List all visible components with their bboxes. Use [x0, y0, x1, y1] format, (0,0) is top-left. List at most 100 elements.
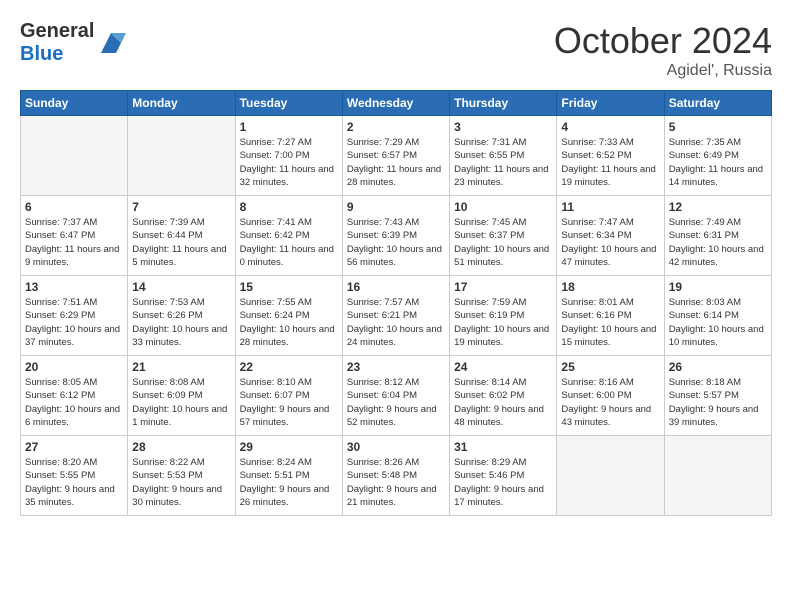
calendar-cell	[128, 116, 235, 196]
calendar-cell: 30Sunrise: 8:26 AMSunset: 5:48 PMDayligh…	[342, 436, 449, 516]
calendar-cell	[664, 436, 771, 516]
day-number: 20	[25, 360, 123, 374]
weekday-header-sunday: Sunday	[21, 91, 128, 116]
calendar-cell: 27 Sunrise: 8:20 AMSunset: 5:55 PMDayligh…	[21, 436, 128, 516]
calendar-week-row: 6 Sunrise: 7:37 AMSunset: 6:47 PMDaylight…	[21, 196, 772, 276]
day-info: Sunrise: 8:05 AMSunset: 6:12 PMDaylight:…	[25, 376, 123, 429]
day-info: Sunrise: 7:35 AMSunset: 6:49 PMDaylight:…	[669, 136, 767, 189]
day-number: 27	[25, 440, 123, 454]
calendar-cell: 11 Sunrise: 7:47 AMSunset: 6:34 PMDayligh…	[557, 196, 664, 276]
logo-icon	[96, 28, 126, 58]
calendar-cell: 25 Sunrise: 8:16 AMSunset: 6:00 PMDayligh…	[557, 356, 664, 436]
weekday-header-row: SundayMondayTuesdayWednesdayThursdayFrid…	[21, 91, 772, 116]
calendar-cell: 20 Sunrise: 8:05 AMSunset: 6:12 PMDayligh…	[21, 356, 128, 436]
day-info: Sunrise: 8:01 AMSunset: 6:16 PMDaylight:…	[561, 296, 659, 349]
day-info: Sunrise: 7:51 AMSunset: 6:29 PMDaylight:…	[25, 296, 123, 349]
day-info: Sunrise: 8:29 AMSunset: 5:46 PMDaylight:…	[454, 456, 552, 509]
calendar-cell: 14Sunrise: 7:53 AMSunset: 6:26 PMDayligh…	[128, 276, 235, 356]
calendar-cell: 5 Sunrise: 7:35 AMSunset: 6:49 PMDaylight…	[664, 116, 771, 196]
calendar-cell: 17 Sunrise: 7:59 AMSunset: 6:19 PMDayligh…	[450, 276, 557, 356]
day-info: Sunrise: 8:12 AMSunset: 6:04 PMDaylight:…	[347, 376, 445, 429]
day-number: 9	[347, 200, 445, 214]
day-info: Sunrise: 7:57 AMSunset: 6:21 PMDaylight:…	[347, 296, 445, 349]
calendar-week-row: 27 Sunrise: 8:20 AMSunset: 5:55 PMDayligh…	[21, 436, 772, 516]
calendar-cell: 28 Sunrise: 8:22 AMSunset: 5:53 PMDayligh…	[128, 436, 235, 516]
calendar-cell: 6 Sunrise: 7:37 AMSunset: 6:47 PMDaylight…	[21, 196, 128, 276]
calendar-cell: 19Sunrise: 8:03 AMSunset: 6:14 PMDayligh…	[664, 276, 771, 356]
day-number: 5	[669, 120, 767, 134]
day-number: 25	[561, 360, 659, 374]
day-number: 23	[347, 360, 445, 374]
day-number: 24	[454, 360, 552, 374]
logo: General Blue	[20, 20, 126, 66]
day-number: 30	[347, 440, 445, 454]
weekday-header-friday: Friday	[557, 91, 664, 116]
day-number: 10	[454, 200, 552, 214]
day-info: Sunrise: 7:39 AMSunset: 6:44 PMDaylight:…	[132, 216, 230, 269]
page-header: General Blue October 2024 Agidel', Russi…	[20, 20, 772, 80]
day-info: Sunrise: 7:37 AMSunset: 6:47 PMDaylight:…	[25, 216, 123, 269]
day-info: Sunrise: 8:10 AMSunset: 6:07 PMDaylight:…	[240, 376, 338, 429]
day-info: Sunrise: 8:20 AMSunset: 5:55 PMDaylight:…	[25, 456, 123, 509]
calendar-cell: 8Sunrise: 7:41 AMSunset: 6:42 PMDaylight…	[235, 196, 342, 276]
day-number: 13	[25, 280, 123, 294]
calendar-cell: 3Sunrise: 7:31 AMSunset: 6:55 PMDaylight…	[450, 116, 557, 196]
calendar-cell	[557, 436, 664, 516]
day-info: Sunrise: 7:45 AMSunset: 6:37 PMDaylight:…	[454, 216, 552, 269]
calendar-cell: 10 Sunrise: 7:45 AMSunset: 6:37 PMDayligh…	[450, 196, 557, 276]
calendar-cell: 4 Sunrise: 7:33 AMSunset: 6:52 PMDaylight…	[557, 116, 664, 196]
day-number: 19	[669, 280, 767, 294]
calendar-cell: 23 Sunrise: 8:12 AMSunset: 6:04 PMDayligh…	[342, 356, 449, 436]
calendar-cell: 24 Sunrise: 8:14 AMSunset: 6:02 PMDayligh…	[450, 356, 557, 436]
calendar-cell: 29 Sunrise: 8:24 AMSunset: 5:51 PMDayligh…	[235, 436, 342, 516]
calendar-cell: 31Sunrise: 8:29 AMSunset: 5:46 PMDayligh…	[450, 436, 557, 516]
weekday-header-thursday: Thursday	[450, 91, 557, 116]
day-number: 26	[669, 360, 767, 374]
calendar-cell: 26 Sunrise: 8:18 AMSunset: 5:57 PMDayligh…	[664, 356, 771, 436]
day-number: 15	[240, 280, 338, 294]
location-title: Agidel', Russia	[554, 62, 772, 80]
day-number: 4	[561, 120, 659, 134]
day-info: Sunrise: 7:59 AMSunset: 6:19 PMDaylight:…	[454, 296, 552, 349]
day-info: Sunrise: 8:16 AMSunset: 6:00 PMDaylight:…	[561, 376, 659, 429]
day-number: 18	[561, 280, 659, 294]
title-block: October 2024 Agidel', Russia	[554, 20, 772, 80]
logo-blue: Blue	[20, 43, 63, 65]
calendar-cell: 1Sunrise: 7:27 AMSunset: 7:00 PMDaylight…	[235, 116, 342, 196]
day-number: 2	[347, 120, 445, 134]
day-info: Sunrise: 7:55 AMSunset: 6:24 PMDaylight:…	[240, 296, 338, 349]
day-number: 8	[240, 200, 338, 214]
calendar-cell: 7Sunrise: 7:39 AMSunset: 6:44 PMDaylight…	[128, 196, 235, 276]
calendar-cell: 15 Sunrise: 7:55 AMSunset: 6:24 PMDayligh…	[235, 276, 342, 356]
day-number: 17	[454, 280, 552, 294]
calendar-cell: 12Sunrise: 7:49 AMSunset: 6:31 PMDayligh…	[664, 196, 771, 276]
calendar-cell	[21, 116, 128, 196]
day-info: Sunrise: 7:33 AMSunset: 6:52 PMDaylight:…	[561, 136, 659, 189]
day-number: 11	[561, 200, 659, 214]
calendar-table: SundayMondayTuesdayWednesdayThursdayFrid…	[20, 90, 772, 516]
day-number: 16	[347, 280, 445, 294]
day-info: Sunrise: 8:14 AMSunset: 6:02 PMDaylight:…	[454, 376, 552, 429]
calendar-week-row: 13 Sunrise: 7:51 AMSunset: 6:29 PMDayligh…	[21, 276, 772, 356]
day-number: 14	[132, 280, 230, 294]
calendar-cell: 16 Sunrise: 7:57 AMSunset: 6:21 PMDayligh…	[342, 276, 449, 356]
day-number: 6	[25, 200, 123, 214]
day-info: Sunrise: 7:27 AMSunset: 7:00 PMDaylight:…	[240, 136, 338, 189]
calendar-cell: 2Sunrise: 7:29 AMSunset: 6:57 PMDaylight…	[342, 116, 449, 196]
day-info: Sunrise: 8:22 AMSunset: 5:53 PMDaylight:…	[132, 456, 230, 509]
day-info: Sunrise: 7:47 AMSunset: 6:34 PMDaylight:…	[561, 216, 659, 269]
weekday-header-wednesday: Wednesday	[342, 91, 449, 116]
day-number: 29	[240, 440, 338, 454]
day-info: Sunrise: 8:24 AMSunset: 5:51 PMDaylight:…	[240, 456, 338, 509]
calendar-week-row: 1Sunrise: 7:27 AMSunset: 7:00 PMDaylight…	[21, 116, 772, 196]
logo-text: General Blue	[20, 20, 94, 66]
day-number: 12	[669, 200, 767, 214]
day-number: 28	[132, 440, 230, 454]
weekday-header-monday: Monday	[128, 91, 235, 116]
day-info: Sunrise: 8:18 AMSunset: 5:57 PMDaylight:…	[669, 376, 767, 429]
logo-general: General	[20, 20, 94, 42]
day-info: Sunrise: 7:31 AMSunset: 6:55 PMDaylight:…	[454, 136, 552, 189]
weekday-header-saturday: Saturday	[664, 91, 771, 116]
month-title: October 2024	[554, 20, 772, 62]
day-number: 22	[240, 360, 338, 374]
